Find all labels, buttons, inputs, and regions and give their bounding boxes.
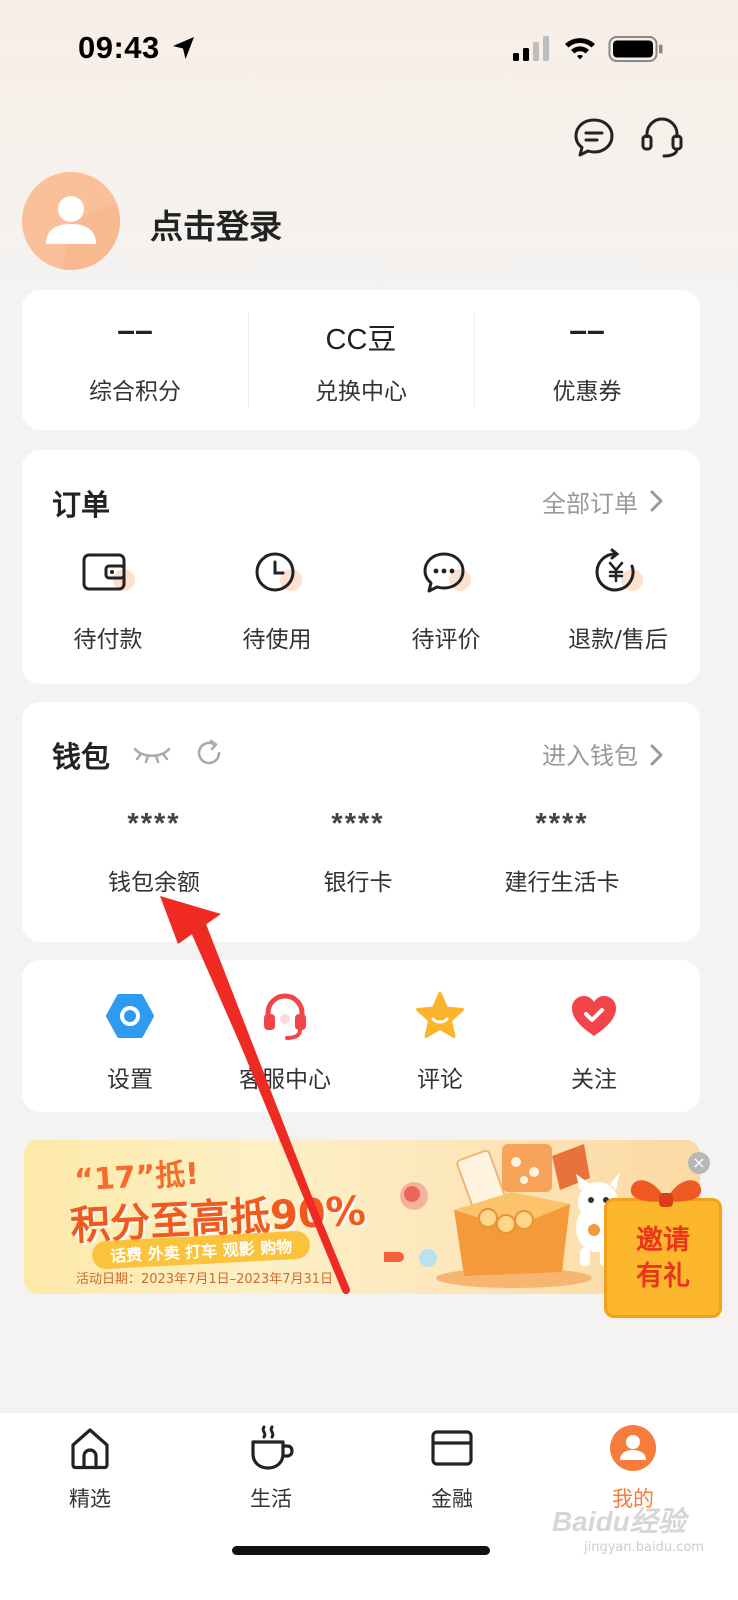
tool-label: 评论	[417, 1067, 463, 1093]
chevron-right-icon[interactable]	[646, 741, 666, 769]
location-arrow-icon	[173, 37, 194, 59]
orders-card: 订单 全部订单 待付款 待使用 待评价 退款/售后	[22, 450, 700, 684]
battery-icon	[608, 36, 663, 62]
points-value: ––	[569, 312, 605, 348]
points-item-integral[interactable]: –– 综合积分	[22, 290, 248, 430]
points-value: CC豆	[325, 324, 397, 356]
message-icon[interactable]	[572, 116, 616, 160]
user-placeholder-icon	[22, 172, 120, 270]
nav-label: 生活	[250, 1487, 292, 1511]
nav-tab-life[interactable]: 生活	[201, 1423, 341, 1513]
order-refund[interactable]: 退款/售后	[538, 546, 698, 666]
enter-wallet-link[interactable]: 进入钱包	[542, 736, 638, 771]
tool-label: 关注	[571, 1067, 617, 1093]
points-label: 综合积分	[89, 379, 181, 405]
order-to-use[interactable]: 待使用	[197, 546, 357, 666]
profile-icon	[610, 1425, 656, 1471]
cup-icon	[251, 1425, 294, 1470]
avatar[interactable]	[22, 172, 120, 270]
tool-comments[interactable]: 评论	[370, 990, 510, 1094]
order-pending-payment[interactable]: 待付款	[28, 546, 188, 666]
points-label: 优惠券	[552, 379, 622, 405]
chat-icon	[423, 552, 471, 593]
wallet-value: ****	[535, 808, 589, 840]
settings-icon	[106, 994, 154, 1038]
status-time: 09:43	[78, 30, 160, 65]
chevron-right-icon[interactable]	[646, 487, 666, 515]
wallet-title: 钱包	[52, 740, 111, 774]
refresh-icon[interactable]	[194, 738, 224, 768]
invite-text: 邀请 有礼	[607, 1223, 719, 1295]
all-orders-link[interactable]: 全部订单	[542, 484, 638, 519]
tool-label: 客服中心	[239, 1067, 331, 1093]
points-label: 兑换中心	[315, 379, 407, 405]
tools-card: 设置 客服中心 评论 关注	[22, 960, 700, 1112]
home-indicator	[232, 1546, 490, 1555]
status-bar: 09:43	[0, 0, 738, 100]
banner-date: 活动日期：2023年7月1日–2023年7月31日	[76, 1272, 334, 1287]
wifi-icon	[565, 38, 595, 60]
wallet-value: ****	[127, 808, 181, 840]
gift-bow-icon	[630, 1180, 702, 1207]
wallet-card: 钱包 进入钱包 **** 钱包余额 **** 银行卡 **** 建行生活卡	[22, 702, 700, 942]
wallet-label: 建行生活卡	[504, 870, 620, 896]
eye-closed-icon[interactable]	[132, 740, 172, 768]
wallet-life-card[interactable]: **** 建行生活卡	[462, 808, 662, 897]
order-to-review[interactable]: 待评价	[366, 546, 526, 666]
orders-title: 订单	[52, 488, 111, 522]
refund-icon	[595, 548, 643, 592]
login-link[interactable]: 点击登录	[150, 200, 282, 248]
wallet-label: 钱包余额	[108, 870, 200, 896]
order-label: 退款/售后	[568, 627, 668, 653]
card-icon	[431, 1430, 473, 1466]
wallet-label: 银行卡	[323, 870, 393, 896]
nav-tab-featured[interactable]: 精选	[20, 1423, 160, 1513]
home-icon	[71, 1428, 109, 1470]
tool-customer-service[interactable]: 客服中心	[215, 990, 355, 1094]
customer-service-icon[interactable]	[638, 114, 686, 162]
watermark-logo: Baidu经验	[552, 1506, 686, 1537]
invite-reward-badge[interactable]: 邀请 有礼	[604, 1180, 722, 1318]
tool-settings[interactable]: 设置	[60, 990, 200, 1094]
nav-tab-finance[interactable]: 金融	[382, 1423, 522, 1513]
wallet-icon	[82, 553, 135, 591]
nav-label: 精选	[69, 1487, 111, 1511]
points-item-exchange[interactable]: CC豆 兑换中心	[248, 290, 474, 430]
tool-follow[interactable]: 关注	[524, 990, 664, 1094]
watermark-url: jingyan.baidu.com	[584, 1540, 704, 1555]
invite-line-2: 有礼	[636, 1261, 690, 1292]
clock-icon	[255, 552, 302, 592]
star-icon	[416, 991, 464, 1038]
nav-label: 金融	[431, 1487, 473, 1511]
order-label: 待评价	[411, 627, 481, 653]
tool-label: 设置	[107, 1067, 153, 1093]
wallet-value: ****	[331, 808, 385, 840]
wallet-bank-card[interactable]: **** 银行卡	[258, 808, 458, 897]
order-label: 待使用	[242, 627, 312, 653]
points-value: ––	[117, 312, 153, 348]
points-card: –– 综合积分 CC豆 兑换中心 –– 优惠券	[22, 290, 700, 430]
wallet-balance[interactable]: **** 钱包余额	[54, 808, 254, 897]
signal-icon	[513, 36, 549, 61]
points-item-coupon[interactable]: –– 优惠券	[474, 290, 700, 430]
order-label: 待付款	[73, 627, 143, 653]
promo-banner[interactable]: “17”抵! 积分至高抵90% 话费 外卖 打车 观影 购物 活动日期：2023…	[24, 1140, 700, 1294]
headset-icon	[264, 993, 306, 1040]
invite-line-1: 邀请	[636, 1225, 690, 1256]
heart-icon	[572, 996, 616, 1036]
